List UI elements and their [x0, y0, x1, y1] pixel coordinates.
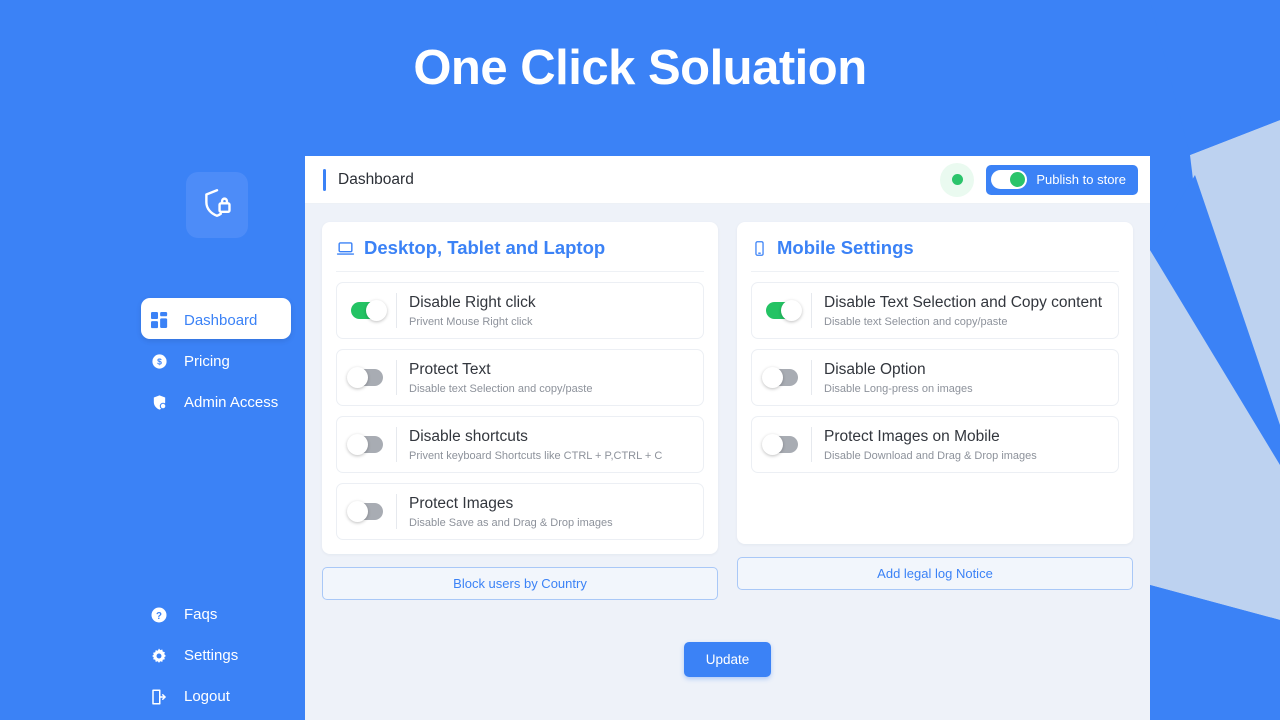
setting-title: Protect Images on Mobile: [824, 428, 1000, 446]
setting-row[interactable]: Protect Images on Mobile Disable Downloa…: [751, 416, 1119, 473]
setting-row[interactable]: Protect Text Disable text Selection and …: [336, 349, 704, 406]
sidebar-item-label: Admin Access: [184, 394, 279, 411]
toggle-protect-images[interactable]: [347, 501, 383, 522]
setting-row[interactable]: Disable shortcuts Privent keyboard Short…: [336, 416, 704, 473]
main-content: Dashboard Publish to store Desktop, Tabl…: [305, 156, 1150, 720]
add-legal-log-notice-button[interactable]: Add legal log Notice: [737, 557, 1133, 590]
sidebar-item-label: Logout: [184, 688, 230, 705]
setting-description: Privent keyboard Shortcuts like CTRL + P…: [409, 449, 663, 462]
sidebar-item-admin-access[interactable]: Admin Access: [0, 384, 305, 421]
publish-to-store-button[interactable]: Publish to store: [986, 164, 1138, 195]
sidebar-item-label: Dashboard: [184, 312, 258, 329]
setting-row[interactable]: Disable Text Selection and Copy content …: [751, 282, 1119, 339]
laptop-icon: [336, 239, 355, 258]
toggle-protect-text[interactable]: [347, 367, 383, 388]
mobile-settings-column: Mobile Settings Disable Text Selection a…: [737, 222, 1133, 600]
setting-title: Protect Text: [409, 361, 491, 379]
page-heading: Dashboard: [338, 170, 414, 188]
desktop-panel-header: Desktop, Tablet and Laptop: [336, 237, 704, 272]
setting-description: Disable Long-press on images: [824, 382, 973, 395]
setting-description: Disable Save as and Drag & Drop images: [409, 516, 613, 529]
panel-title: Mobile Settings: [777, 237, 914, 258]
svg-text:$: $: [157, 357, 162, 367]
setting-description: Disable text Selection and copy/paste: [409, 382, 593, 395]
sidebar-item-label: Pricing: [184, 353, 230, 370]
sidebar-item-pricing[interactable]: $ Pricing: [0, 343, 305, 380]
setting-title: Disable shortcuts: [409, 428, 528, 446]
sidebar-nav-primary: Dashboard $ Pricing Admin Access: [0, 298, 305, 425]
setting-row[interactable]: Disable Option Disable Long-press on ima…: [751, 349, 1119, 406]
shield-lock-icon: [200, 186, 234, 225]
active-status-dot: [951, 174, 963, 185]
dollar-coin-icon: $: [148, 351, 170, 373]
desktop-settings-panel: Desktop, Tablet and Laptop Disable Right…: [322, 222, 718, 554]
question-circle-icon: ?: [148, 604, 170, 626]
app-logo[interactable]: [186, 172, 248, 238]
publish-label: Publish to store: [1036, 172, 1126, 187]
grid-dashboard-icon: [148, 310, 170, 332]
mobile-panel-header: Mobile Settings: [751, 237, 1119, 272]
gear-icon: [148, 645, 170, 667]
sidebar-item-logout[interactable]: Logout: [0, 677, 305, 716]
settings-columns: Desktop, Tablet and Laptop Disable Right…: [305, 204, 1150, 600]
mobile-phone-icon: [751, 240, 768, 257]
publish-toggle[interactable]: [991, 170, 1028, 189]
panel-title: Desktop, Tablet and Laptop: [364, 237, 606, 258]
toggle-disable-right-click[interactable]: [351, 300, 387, 321]
desktop-settings-column: Desktop, Tablet and Laptop Disable Right…: [322, 222, 718, 600]
setting-description: Disable text Selection and copy/paste: [824, 315, 1008, 328]
mobile-settings-panel: Mobile Settings Disable Text Selection a…: [737, 222, 1133, 544]
update-button-wrapper: Update: [305, 642, 1150, 677]
topbar: Dashboard Publish to store: [305, 156, 1150, 204]
setting-description: Privent Mouse Right click: [409, 315, 533, 328]
setting-title: Disable Text Selection and Copy content: [824, 294, 1103, 312]
logout-arrow-icon: [148, 686, 170, 708]
setting-title: Disable Right click: [409, 294, 536, 312]
toggle-disable-text-selection[interactable]: [766, 300, 802, 321]
setting-row[interactable]: Disable Right click Privent Mouse Right …: [336, 282, 704, 339]
sidebar-nav-secondary: ? Faqs Settings Logout: [0, 595, 305, 718]
update-button[interactable]: Update: [683, 642, 772, 677]
sidebar-item-label: Faqs: [184, 606, 218, 623]
status-badge: [940, 162, 975, 197]
block-users-by-country-button[interactable]: Block users by Country: [322, 567, 718, 600]
sidebar-item-label: Settings: [184, 647, 239, 664]
sidebar-item-dashboard[interactable]: Dashboard: [0, 298, 305, 339]
setting-description: Disable Download and Drag & Drop images: [824, 449, 1037, 462]
setting-title: Protect Images: [409, 495, 514, 513]
sidebar-item-settings[interactable]: Settings: [0, 636, 305, 675]
toggle-protect-images-mobile[interactable]: [762, 434, 798, 455]
sidebar-item-faqs[interactable]: ? Faqs: [0, 595, 305, 634]
toggle-disable-option[interactable]: [762, 367, 798, 388]
shield-user-icon: [148, 392, 170, 414]
svg-text:?: ?: [156, 610, 162, 621]
toggle-disable-shortcuts[interactable]: [347, 434, 383, 455]
title-accent-bar: [323, 168, 326, 191]
sidebar: Dashboard $ Pricing Admin Access ? Faqs …: [0, 0, 305, 720]
setting-title: Disable Option: [824, 361, 926, 379]
setting-row[interactable]: Protect Images Disable Save as and Drag …: [336, 483, 704, 540]
